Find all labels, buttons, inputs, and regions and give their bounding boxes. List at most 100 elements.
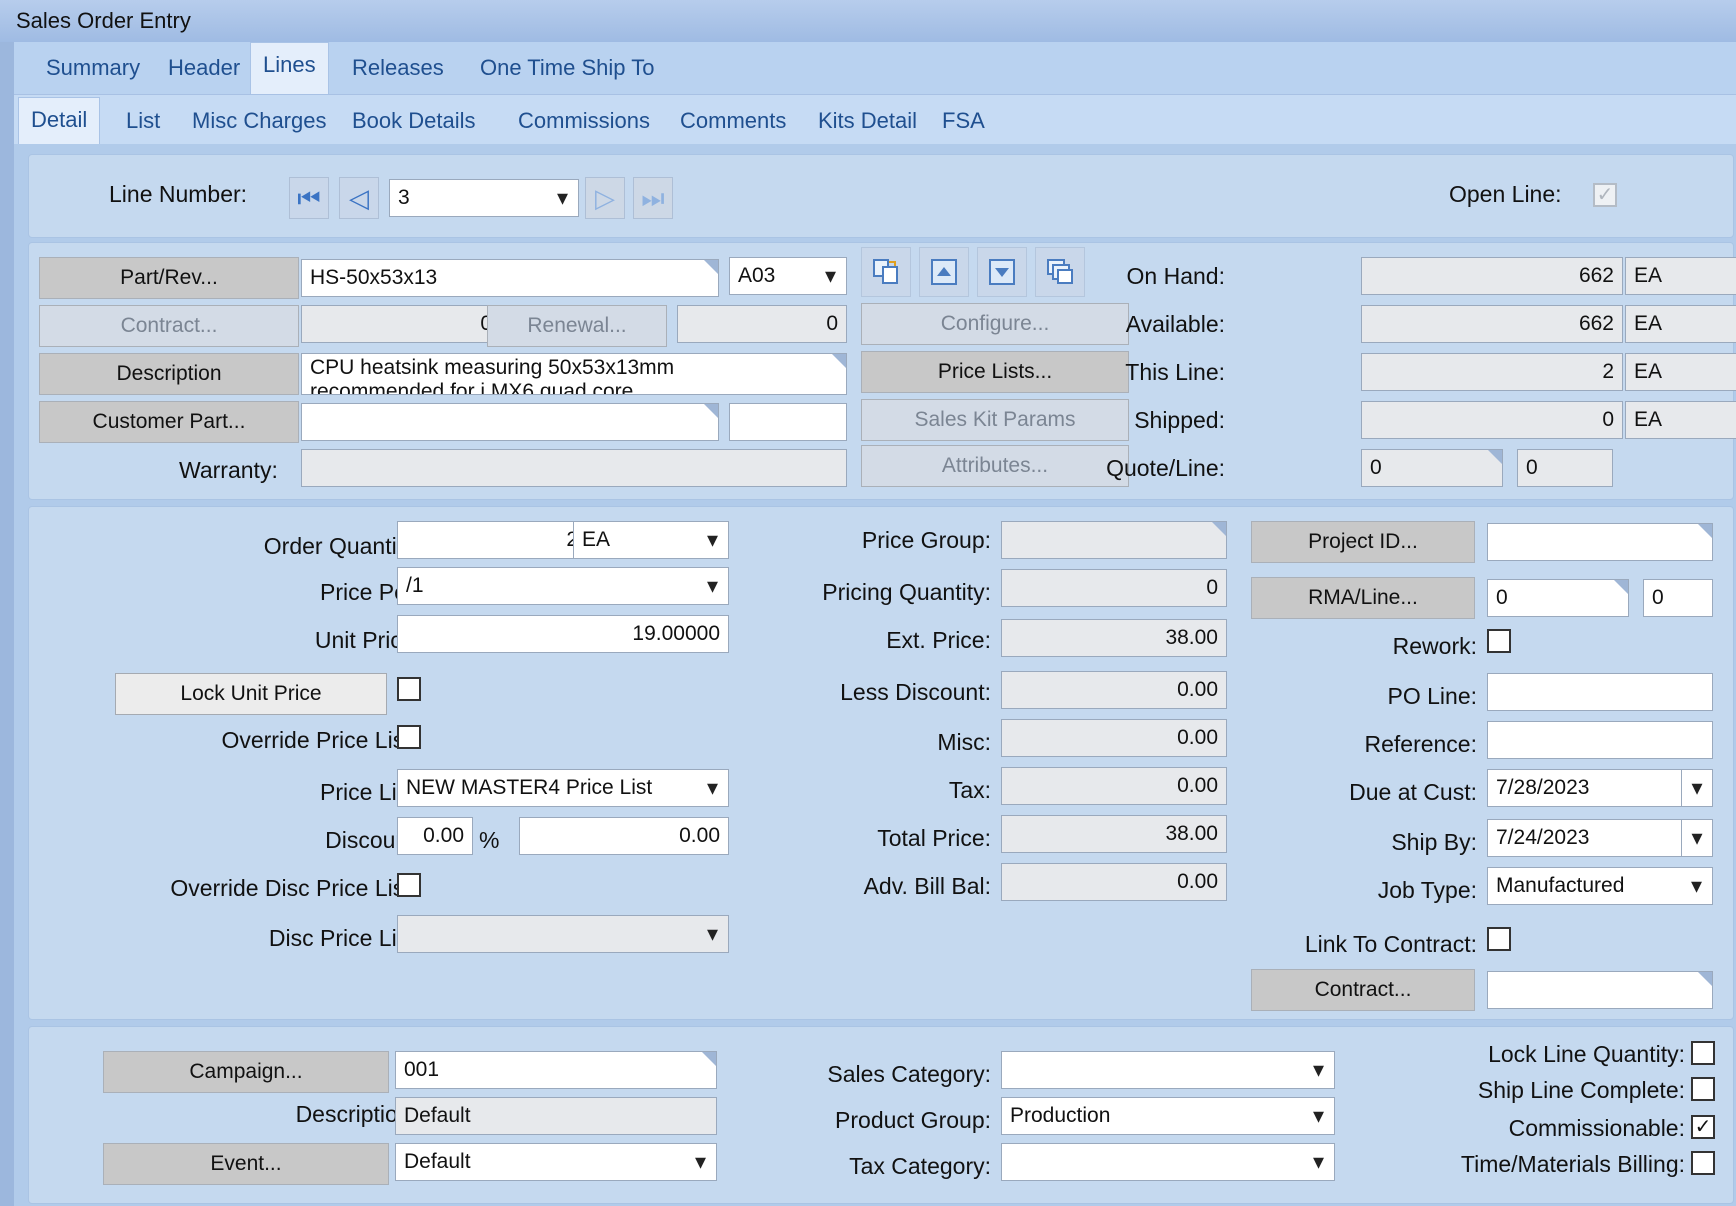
revision-select[interactable]: A03 (729, 257, 847, 295)
campaign-button[interactable]: Campaign... (103, 1051, 389, 1093)
override-disc-price-list-label: Override Disc Price List: (170, 875, 417, 901)
tab-book-details[interactable]: Book Details (340, 99, 488, 143)
misc-label: Misc: (937, 729, 991, 755)
next-record-button[interactable]: ▷ (585, 177, 625, 219)
first-record-button[interactable]: ⏮ (289, 177, 329, 219)
secondary-tab-bar: Detail List Misc Charges Book Details Co… (14, 94, 1736, 146)
time-materials-billing-label: Time/Materials Billing: (1460, 1151, 1685, 1177)
tab-comments[interactable]: Comments (668, 99, 798, 143)
last-record-button[interactable]: ⏭ (633, 177, 673, 219)
renewal-field: 0 (677, 305, 847, 343)
rma-line-button[interactable]: RMA/Line... (1251, 577, 1475, 619)
unit-price-field[interactable]: 19.00000 (397, 615, 729, 653)
move-up-icon[interactable] (919, 247, 969, 297)
event-button[interactable]: Event... (103, 1143, 389, 1185)
pricing-quantity-field: 0 (1001, 569, 1227, 607)
warranty-field (301, 449, 847, 487)
tax-field: 0.00 (1001, 767, 1227, 805)
order-quantity-field[interactable]: 2 (397, 521, 587, 559)
adv-bill-bal-field: 0.00 (1001, 863, 1227, 901)
order-uom-select[interactable]: EA (573, 521, 729, 559)
prev-record-button[interactable]: ◁ (339, 177, 379, 219)
reference-field[interactable] (1487, 721, 1713, 759)
tab-fsa[interactable]: FSA (930, 99, 997, 143)
part-number-field[interactable]: HS-50x53x13 (301, 259, 719, 297)
description-field[interactable]: CPU heatsink measuring 50x53x13mm recomm… (301, 353, 847, 395)
tab-releases[interactable]: Releases (340, 46, 456, 90)
tax-label: Tax: (948, 777, 991, 803)
quote-field: 0 (1361, 449, 1503, 487)
project-id-field[interactable] (1487, 523, 1713, 561)
part-rev-button[interactable]: Part/Rev... (39, 257, 299, 299)
price-per-select[interactable]: /1 (397, 567, 729, 605)
description-button[interactable]: Description (39, 353, 299, 395)
lock-line-quantity-checkbox[interactable] (1691, 1041, 1715, 1065)
event-select[interactable]: Default (395, 1143, 717, 1181)
tax-category-select[interactable] (1001, 1143, 1335, 1181)
part-panel: Part/Rev... HS-50x53x13 A03 Contract... … (28, 242, 1736, 500)
rework-checkbox[interactable] (1487, 629, 1511, 653)
contract-link-field[interactable] (1487, 971, 1713, 1009)
price-list-select[interactable]: NEW MASTER4 Price List (397, 769, 729, 807)
product-group-label: Product Group: (835, 1107, 991, 1133)
tab-header[interactable]: Header (156, 46, 252, 90)
sales-category-select[interactable] (1001, 1051, 1335, 1089)
tab-list[interactable]: List (114, 99, 172, 143)
rma-field[interactable]: 0 (1487, 579, 1629, 617)
window-title: Sales Order Entry (0, 0, 1736, 42)
this-line-uom: EA (1625, 353, 1736, 391)
ship-line-complete-checkbox[interactable] (1691, 1077, 1715, 1101)
project-id-button[interactable]: Project ID... (1251, 521, 1475, 563)
disc-price-list-select (397, 915, 729, 953)
pricing-quantity-label: Pricing Quantity: (822, 579, 991, 605)
percent-sign: % (479, 827, 500, 853)
discount-percent-field[interactable]: 0.00 (397, 817, 473, 855)
renewal-button[interactable]: Renewal... (487, 305, 667, 347)
rma-line-field[interactable]: 0 (1643, 579, 1713, 617)
link-to-contract-checkbox[interactable] (1487, 927, 1511, 951)
override-price-list-checkbox[interactable] (397, 725, 421, 749)
available-label: Available: (1125, 311, 1225, 337)
price-group-field (1001, 521, 1227, 559)
customer-part-button[interactable]: Customer Part... (39, 401, 299, 443)
tab-commissions[interactable]: Commissions (506, 99, 662, 143)
tab-detail[interactable]: Detail (18, 97, 101, 146)
description-line-2: recommended for i.MX6 quad core (310, 380, 634, 394)
on-hand-label: On Hand: (1126, 263, 1225, 289)
job-type-select[interactable]: Manufactured (1487, 867, 1713, 905)
override-disc-price-list-checkbox[interactable] (397, 873, 421, 897)
ext-price-label: Ext. Price: (886, 627, 991, 653)
tab-misc-charges[interactable]: Misc Charges (180, 99, 338, 143)
configure-button[interactable]: Configure... (861, 303, 1129, 345)
move-down-icon[interactable] (977, 247, 1027, 297)
po-line-field[interactable] (1487, 673, 1713, 711)
open-line-label: Open Line: (1449, 181, 1562, 207)
tab-one-time-ship-to[interactable]: One Time Ship To (468, 46, 666, 90)
campaign-field[interactable]: 001 (395, 1051, 717, 1089)
lock-unit-price-checkbox[interactable] (397, 677, 421, 701)
product-group-select[interactable]: Production (1001, 1097, 1335, 1135)
duplicate-icon[interactable] (1035, 247, 1085, 297)
time-materials-billing-checkbox[interactable] (1691, 1151, 1715, 1175)
lock-unit-price-button[interactable]: Lock Unit Price (115, 673, 387, 715)
price-lists-button[interactable]: Price Lists... (861, 351, 1129, 393)
attributes-button[interactable]: Attributes... (861, 445, 1129, 487)
contract-button[interactable]: Contract... (39, 305, 299, 347)
ship-by-date[interactable]: 7/24/2023 (1487, 819, 1713, 857)
po-line-label: PO Line: (1387, 683, 1478, 709)
available-uom: EA (1625, 305, 1736, 343)
sales-kit-params-button[interactable]: Sales Kit Params (861, 399, 1129, 441)
tab-lines[interactable]: Lines (250, 42, 329, 95)
line-number-select[interactable]: 3 (389, 179, 579, 217)
shipped-field: 0 (1361, 401, 1623, 439)
less-discount-field: 0.00 (1001, 671, 1227, 709)
tab-kits-detail[interactable]: Kits Detail (806, 99, 929, 143)
customer-part-field[interactable] (301, 403, 719, 441)
customer-part-rev-field[interactable] (729, 403, 847, 441)
tab-summary[interactable]: Summary (34, 46, 152, 90)
copy-icon[interactable] (861, 247, 911, 297)
commissionable-checkbox[interactable]: ✓ (1691, 1115, 1715, 1139)
discount-amount-field[interactable]: 0.00 (519, 817, 729, 855)
due-at-cust-date[interactable]: 7/28/2023 (1487, 769, 1713, 807)
contract-link-button[interactable]: Contract... (1251, 969, 1475, 1011)
